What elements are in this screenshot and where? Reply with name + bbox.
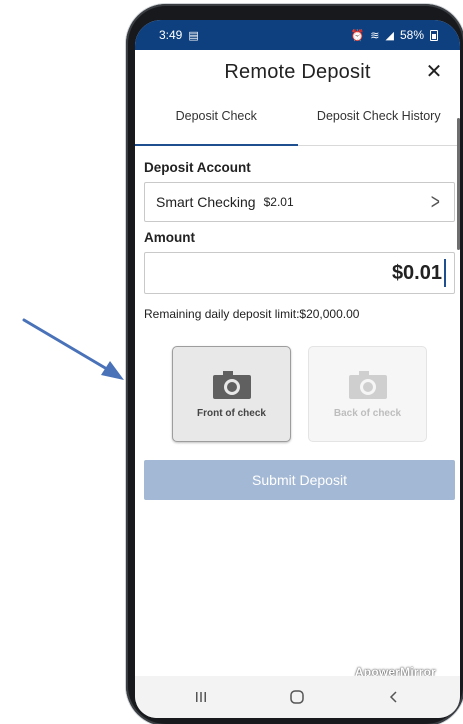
deposit-account-label: Deposit Account — [144, 160, 251, 175]
notification-icon: ▤ — [188, 29, 199, 42]
chevron-right-icon: > — [431, 189, 441, 214]
amount-value: $0.01 — [391, 262, 442, 284]
status-time: 3:49 — [159, 28, 183, 42]
text-cursor — [444, 259, 446, 287]
tab-deposit-check[interactable]: Deposit Check — [135, 102, 298, 146]
front-of-check-button[interactable]: Front of check — [172, 346, 291, 442]
android-nav-bar — [135, 676, 460, 718]
scrollbar[interactable] — [457, 118, 460, 250]
alarm-icon: ⏰ — [350, 29, 365, 42]
amount-label: Amount — [144, 230, 195, 245]
tab-bar: Deposit Check Deposit Check History — [135, 102, 460, 146]
phone-screen: 3:49 ▤ ⏰ ≋ ◢ 58% Remote Deposit ✕ Deposi… — [135, 20, 460, 718]
deposit-account-select[interactable]: Smart Checking $2.01 > — [144, 182, 455, 222]
camera-icon — [348, 371, 387, 399]
home-button[interactable] — [277, 682, 317, 712]
deposit-limit-text: Remaining daily deposit limit:$20,000.00 — [144, 307, 360, 321]
back-of-check-label: Back of check — [333, 408, 402, 419]
home-icon — [290, 690, 305, 704]
account-name: Smart Checking — [156, 194, 256, 210]
close-icon[interactable]: ✕ — [422, 60, 446, 84]
tab-deposit-check-history[interactable]: Deposit Check History — [298, 102, 461, 145]
back-button[interactable] — [374, 682, 414, 712]
app-header: Remote Deposit ✕ — [135, 50, 460, 102]
front-of-check-label: Front of check — [197, 408, 266, 419]
battery-icon — [430, 29, 438, 41]
status-bar: 3:49 ▤ ⏰ ≋ ◢ 58% — [135, 20, 460, 50]
recents-icon — [196, 692, 207, 702]
wifi-icon: ≋ — [370, 29, 380, 42]
amount-input[interactable]: $0.01 — [144, 252, 455, 294]
page-title: Remote Deposit — [224, 61, 371, 83]
account-balance: $2.01 — [263, 195, 294, 209]
back-icon — [389, 691, 397, 703]
back-of-check-button[interactable]: Back of check — [308, 346, 427, 442]
battery-percent: 58% — [399, 28, 424, 42]
recents-button[interactable] — [181, 682, 221, 712]
camera-icon — [212, 371, 251, 399]
submit-deposit-button[interactable]: Submit Deposit — [144, 460, 455, 500]
signal-icon: ◢ — [385, 29, 394, 42]
